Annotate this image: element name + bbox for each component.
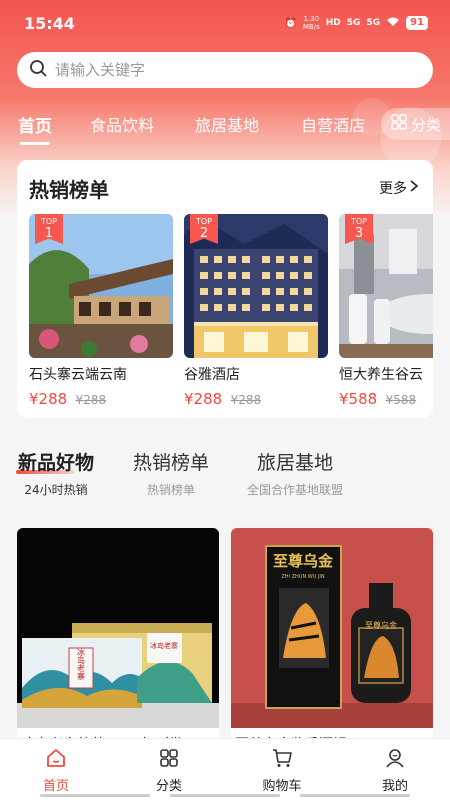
more-label: 更多 <box>379 181 407 197</box>
product-image: 冰岛老寨 冰岛老寨 <box>17 528 219 728</box>
signal-5g-2: 5G <box>366 18 381 28</box>
hot-item-original-price: ¥288 <box>75 393 107 407</box>
hot-item[interactable]: TOP 3 恒大养生谷云 ¥588 ¥588 <box>339 214 433 408</box>
home-indicator <box>170 794 280 797</box>
hot-item-price-row: ¥288 ¥288 <box>29 390 173 408</box>
net-speed: 1.30 MB/s <box>302 15 320 31</box>
hot-item-price: ¥288 <box>184 390 223 408</box>
hot-item-name: 石头寨云端云南 <box>29 367 127 383</box>
hot-item-image: TOP 2 <box>184 214 328 358</box>
hot-item-price-row: ¥288 ¥288 <box>184 390 328 408</box>
svg-text:冰岛老寨: 冰岛老寨 <box>150 641 178 650</box>
hot-item-original-price: ¥288 <box>230 393 262 407</box>
search-input[interactable] <box>55 61 415 79</box>
hot-item-price-row: ¥588 ¥588 <box>339 390 433 408</box>
section-tabs: 新品好物 24小时热销 热销榜单 热销榜单 旅居基地 全国合作基地联盟 <box>0 448 450 508</box>
nav-home[interactable]: 首页 <box>16 747 96 794</box>
nav-profile[interactable]: 我的 <box>355 747 435 794</box>
wifi-icon <box>386 16 400 30</box>
svg-text:至尊乌金: 至尊乌金 <box>273 552 334 570</box>
hot-item[interactable]: TOP 1 石头寨云端云南 ¥288 ¥288 <box>29 214 173 408</box>
status-time: 15:44 <box>24 14 75 33</box>
hot-item[interactable]: TOP 2 谷雅酒店 ¥288 ¥288 <box>184 214 328 408</box>
status-bar: 15:44 ⏰ 1.30 MB/s HD 5G 5G 91 <box>0 0 450 48</box>
more-link[interactable]: 更多 <box>379 178 419 198</box>
tab-hot-sales[interactable]: 热销榜单 热销榜单 <box>133 448 209 498</box>
product-image: 至尊乌金 ZHI ZHUN WU JIN 至尊乌金 <box>231 528 433 728</box>
nav-cart[interactable]: 购物车 <box>242 747 322 794</box>
tab-own-hotel[interactable]: 自营酒店 <box>301 112 365 136</box>
tab-travel-bases[interactable]: 旅居基地 全国合作基地联盟 <box>247 448 343 498</box>
cart-icon <box>242 747 322 769</box>
grid-icon <box>391 114 407 134</box>
home-indicator <box>300 794 410 797</box>
category-button[interactable]: 分类 <box>381 108 450 140</box>
category-tabs: 首页 食品饮料 旅居基地 自营酒店 分类 <box>0 108 450 145</box>
tab-food-drinks[interactable]: 食品饮料 <box>90 112 154 136</box>
category-icon <box>129 747 209 769</box>
home-icon <box>16 747 96 769</box>
hd-icon: HD <box>325 18 341 28</box>
svg-text:冰岛老寨: 冰岛老寨 <box>77 647 86 680</box>
home-indicator <box>40 794 150 797</box>
alarm-icon: ⏰ <box>284 17 297 29</box>
nav-category[interactable]: 分类 <box>129 747 209 794</box>
tab-travel-base[interactable]: 旅居基地 <box>195 112 259 136</box>
hot-sales-card: 热销榜单 更多 TOP 1 石头寨云端云南 ¥288 ¥288 TOP 2 谷雅… <box>17 160 433 418</box>
status-icons: ⏰ 1.30 MB/s HD 5G 5G 91 <box>284 15 428 31</box>
tab-home[interactable]: 首页 <box>18 112 52 145</box>
hot-item-original-price: ¥588 <box>385 393 417 407</box>
product-card[interactable]: 冰岛老寨 冰岛老寨 冰岛老寨熟茶1999年（带 <box>17 528 219 748</box>
battery-indicator: 91 <box>406 16 428 30</box>
bottom-nav: 首页 分类 购物车 我的 <box>0 738 450 800</box>
search-bar[interactable] <box>17 52 433 88</box>
hot-item-image: TOP 1 <box>29 214 173 358</box>
category-button-label: 分类 <box>411 115 442 134</box>
svg-text:ZHI ZHUN WU JIN: ZHI ZHUN WU JIN <box>281 574 325 580</box>
signal-5g-1: 5G <box>346 18 361 28</box>
product-card[interactable]: 至尊乌金 ZHI ZHUN WU JIN 至尊乌金 至尊乌金酱香酒铝子250 <box>231 528 433 748</box>
profile-icon <box>355 747 435 769</box>
hot-item-image: TOP 3 <box>339 214 433 358</box>
hot-item-price: ¥288 <box>29 390 68 408</box>
hot-sales-title: 热销榜单 <box>29 178 109 202</box>
hot-item-name: 谷雅酒店 <box>184 367 240 383</box>
chevron-right-icon <box>409 180 419 196</box>
hot-item-price: ¥588 <box>339 390 378 408</box>
search-icon <box>29 59 47 81</box>
tab-new-products[interactable]: 新品好物 24小时热销 <box>15 448 94 498</box>
svg-text:至尊乌金: 至尊乌金 <box>365 620 397 630</box>
hot-item-name: 恒大养生谷云 <box>339 367 423 383</box>
